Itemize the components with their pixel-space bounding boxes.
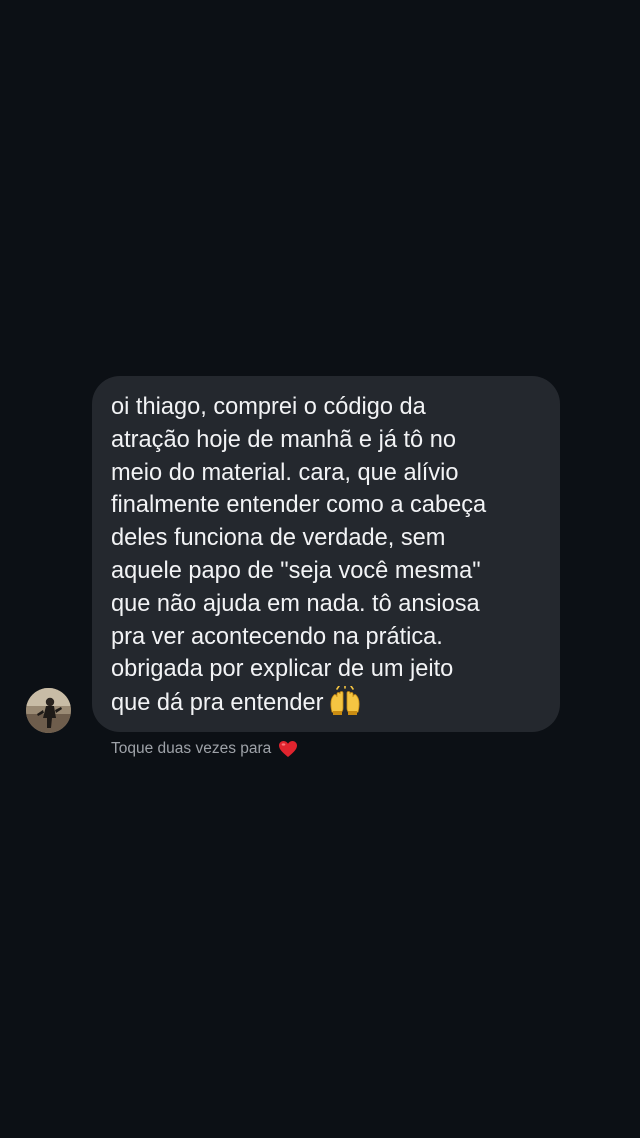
dm-thread: oi thiago, comprei o código da atração h… <box>0 0 640 1138</box>
raising-hands-icon <box>328 686 362 716</box>
message-body: oi thiago, comprei o código da atração h… <box>111 394 487 717</box>
message-text: oi thiago, comprei o código da atração h… <box>111 391 546 720</box>
double-tap-hint-label: Toque duas vezes para <box>111 740 272 757</box>
sender-avatar[interactable] <box>26 688 71 733</box>
heart-icon[interactable] <box>278 740 298 758</box>
message-bubble[interactable]: oi thiago, comprei o código da atração h… <box>92 376 560 732</box>
double-tap-hint: Toque duas vezes para <box>111 738 298 760</box>
avatar-photo <box>26 688 71 733</box>
